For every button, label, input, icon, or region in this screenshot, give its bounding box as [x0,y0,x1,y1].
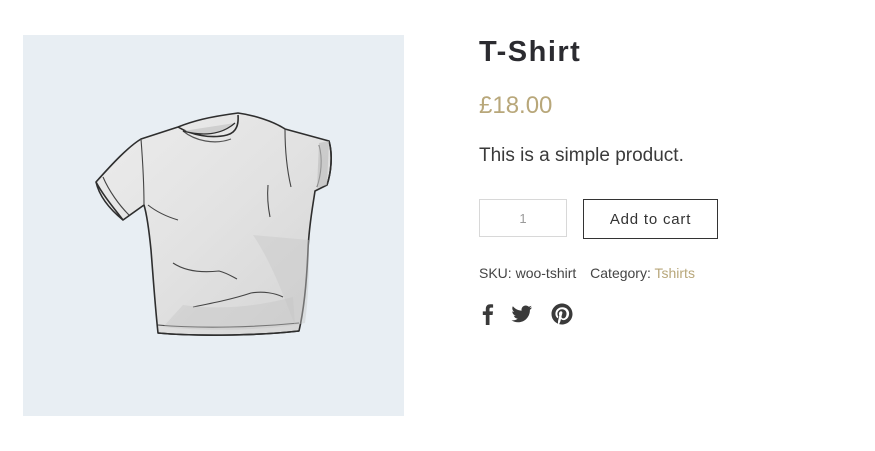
facebook-icon[interactable] [475,301,501,327]
product-description: This is a simple product. [479,145,684,166]
product-title: T-Shirt [479,36,582,68]
quantity-input[interactable] [479,199,567,237]
tshirt-illustration [95,112,332,336]
sku-value: woo-tshirt [515,265,577,281]
product-image[interactable] [23,35,404,416]
pinterest-icon[interactable] [549,301,575,327]
product-price: £18.00 [479,92,553,119]
sku-label: SKU: [479,265,512,281]
product-meta: SKU: woo-tshirt Category: Tshirts [479,265,695,281]
category-label: Category: [590,265,651,281]
product-page: T-Shirt £18.00 This is a simple product.… [0,0,875,451]
twitter-icon[interactable] [509,301,535,327]
add-to-cart-button[interactable]: Add to cart [583,199,718,239]
category-link[interactable]: Tshirts [655,265,695,281]
